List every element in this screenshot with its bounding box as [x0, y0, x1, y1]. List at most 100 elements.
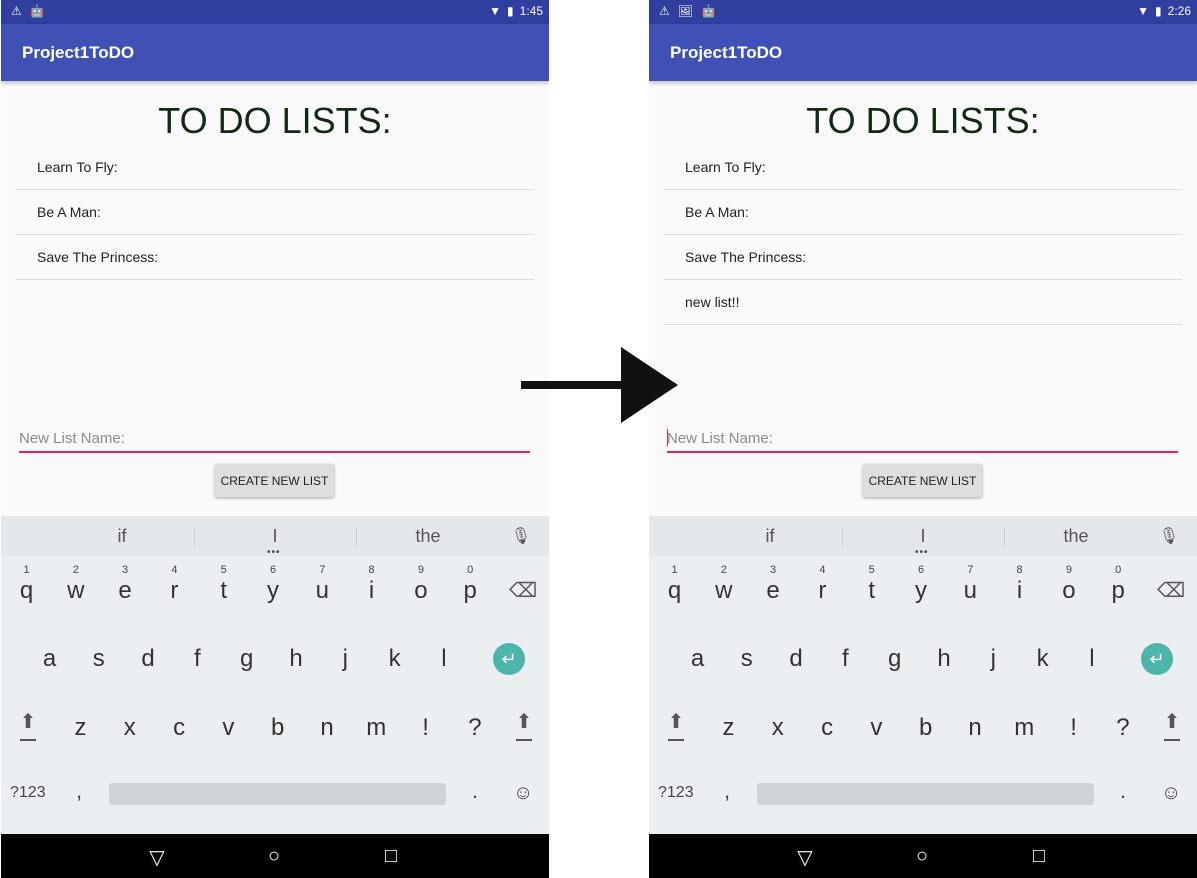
key-question[interactable]: ? [1098, 697, 1147, 757]
list-item[interactable]: Learn To Fly: [664, 145, 1182, 190]
key-r[interactable]: 4r [150, 560, 199, 620]
key-u[interactable]: 7u [298, 560, 347, 620]
key-o[interactable]: 9o [396, 560, 445, 620]
key-m[interactable]: m [1000, 697, 1049, 757]
back-icon[interactable]: ▽ [790, 845, 820, 870]
key-x[interactable]: x [105, 697, 154, 757]
list-item[interactable]: Learn To Fly: [16, 145, 534, 190]
emoji-icon[interactable]: ☺ [513, 782, 533, 805]
home-icon[interactable]: ○ [907, 845, 937, 868]
suggestion-word[interactable]: if [720, 526, 820, 547]
key-b[interactable]: b [901, 697, 950, 757]
suggestion-word[interactable]: if [72, 526, 172, 547]
key-s[interactable]: s [74, 628, 123, 688]
key-s[interactable]: s [722, 628, 771, 688]
key-x[interactable]: x [753, 697, 802, 757]
key-a[interactable]: a [673, 628, 722, 688]
key-h[interactable]: h [272, 628, 321, 688]
mic-icon[interactable]: 🎙 [511, 526, 531, 546]
key-q[interactable]: 1q [650, 560, 699, 620]
list-item[interactable]: Be A Man: [16, 190, 534, 235]
space-key[interactable] [757, 783, 1094, 805]
key-c[interactable]: c [155, 697, 204, 757]
key-t[interactable]: 5t [847, 560, 896, 620]
key-f[interactable]: f [173, 628, 222, 688]
key-j[interactable]: j [321, 628, 370, 688]
suggestion-word[interactable]: the [1026, 526, 1126, 547]
home-icon[interactable]: ○ [259, 845, 289, 868]
backspace-icon[interactable]: ⌫ [509, 578, 537, 603]
new-list-name-input[interactable] [667, 426, 1178, 450]
key-v[interactable]: v [204, 697, 253, 757]
create-new-list-button[interactable]: CREATE NEW LIST [215, 464, 334, 497]
key-e[interactable]: 3e [749, 560, 798, 620]
key-g[interactable]: g [870, 628, 919, 688]
key-i[interactable]: 8i [347, 560, 396, 620]
key-n[interactable]: n [951, 697, 1000, 757]
emoji-icon[interactable]: ☺ [1161, 782, 1181, 805]
key-o[interactable]: 9o [1044, 560, 1093, 620]
key-r[interactable]: 4r [798, 560, 847, 620]
shift-icon[interactable]: ⬆ [656, 711, 696, 751]
key-p[interactable]: 0p [1094, 560, 1143, 620]
period-key[interactable]: . [472, 778, 478, 804]
key-z[interactable]: z [56, 697, 105, 757]
symbols-key[interactable]: ?123 [10, 784, 46, 802]
key-j[interactable]: j [969, 628, 1018, 688]
recents-icon[interactable]: □ [1024, 845, 1054, 868]
comma-key[interactable]: , [724, 778, 730, 804]
enter-icon[interactable]: ↵ [1141, 643, 1173, 675]
mic-icon[interactable]: 🎙 [1159, 526, 1179, 546]
key-b[interactable]: b [253, 697, 302, 757]
comma-key[interactable]: , [76, 778, 82, 804]
key-w[interactable]: 2w [699, 560, 748, 620]
key-a[interactable]: a [25, 628, 74, 688]
key-e[interactable]: 3e [101, 560, 150, 620]
create-new-list-button[interactable]: CREATE NEW LIST [863, 464, 982, 497]
key-y[interactable]: 6y [897, 560, 946, 620]
key-exclamation[interactable]: ! [401, 697, 450, 757]
backspace-icon[interactable]: ⌫ [1157, 578, 1185, 603]
key-z[interactable]: z [704, 697, 753, 757]
shift-icon[interactable]: ⬆ [1152, 711, 1192, 751]
suggestion-word[interactable]: the [378, 526, 478, 547]
period-key[interactable]: . [1120, 778, 1126, 804]
key-f[interactable]: f [821, 628, 870, 688]
key-w[interactable]: 2w [51, 560, 100, 620]
recents-icon[interactable]: □ [376, 845, 406, 868]
new-list-name-input[interactable] [19, 426, 530, 450]
key-m[interactable]: m [352, 697, 401, 757]
list-item[interactable]: Be A Man: [664, 190, 1182, 235]
key-k[interactable]: k [370, 628, 419, 688]
key-y[interactable]: 6y [249, 560, 298, 620]
key-t[interactable]: 5t [199, 560, 248, 620]
key-u[interactable]: 7u [946, 560, 995, 620]
key-exclamation[interactable]: ! [1049, 697, 1098, 757]
symbols-key[interactable]: ?123 [658, 784, 694, 802]
key-v[interactable]: v [852, 697, 901, 757]
list-item[interactable]: Save The Princess: [664, 235, 1182, 280]
key-d[interactable]: d [124, 628, 173, 688]
key-l[interactable]: l [419, 628, 468, 688]
key-h[interactable]: h [920, 628, 969, 688]
key-i[interactable]: 8i [995, 560, 1044, 620]
list-item[interactable]: new list!! [664, 280, 1182, 325]
key-l[interactable]: l [1067, 628, 1116, 688]
divider [842, 528, 843, 546]
space-key[interactable] [109, 783, 446, 805]
list-item[interactable]: Save The Princess: [16, 235, 534, 280]
key-p[interactable]: 0p [446, 560, 495, 620]
suggestion-word[interactable]: I [873, 526, 973, 547]
key-k[interactable]: k [1018, 628, 1067, 688]
key-d[interactable]: d [772, 628, 821, 688]
back-icon[interactable]: ▽ [142, 845, 172, 870]
suggestion-word[interactable]: I [225, 526, 325, 547]
key-q[interactable]: 1q [2, 560, 51, 620]
shift-icon[interactable]: ⬆ [504, 711, 544, 751]
key-n[interactable]: n [303, 697, 352, 757]
key-g[interactable]: g [222, 628, 271, 688]
key-question[interactable]: ? [450, 697, 499, 757]
enter-icon[interactable]: ↵ [493, 643, 525, 675]
key-c[interactable]: c [803, 697, 852, 757]
shift-icon[interactable]: ⬆ [8, 711, 48, 751]
